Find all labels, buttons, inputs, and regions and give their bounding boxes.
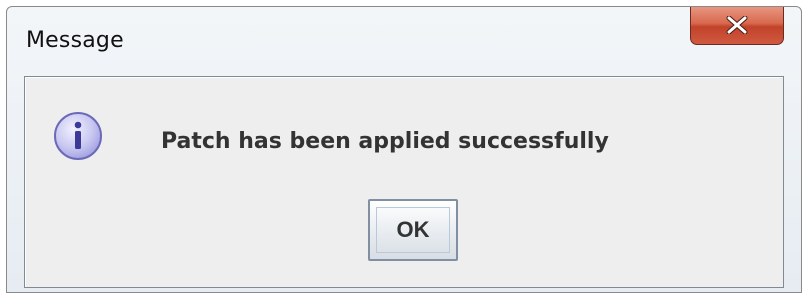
close-icon (726, 16, 748, 34)
close-button[interactable] (690, 7, 784, 45)
ok-button[interactable]: OK (368, 199, 458, 261)
title-bar[interactable]: Message (7, 7, 801, 71)
message-text: Patch has been applied successfully (161, 129, 609, 154)
info-icon (54, 112, 102, 160)
window-title: Message (26, 28, 124, 53)
ok-button-label: OK (376, 207, 450, 253)
message-dialog-window: Message Patch has been applied successfu… (6, 6, 802, 293)
dialog-content: Patch has been applied successfully OK (24, 76, 784, 288)
